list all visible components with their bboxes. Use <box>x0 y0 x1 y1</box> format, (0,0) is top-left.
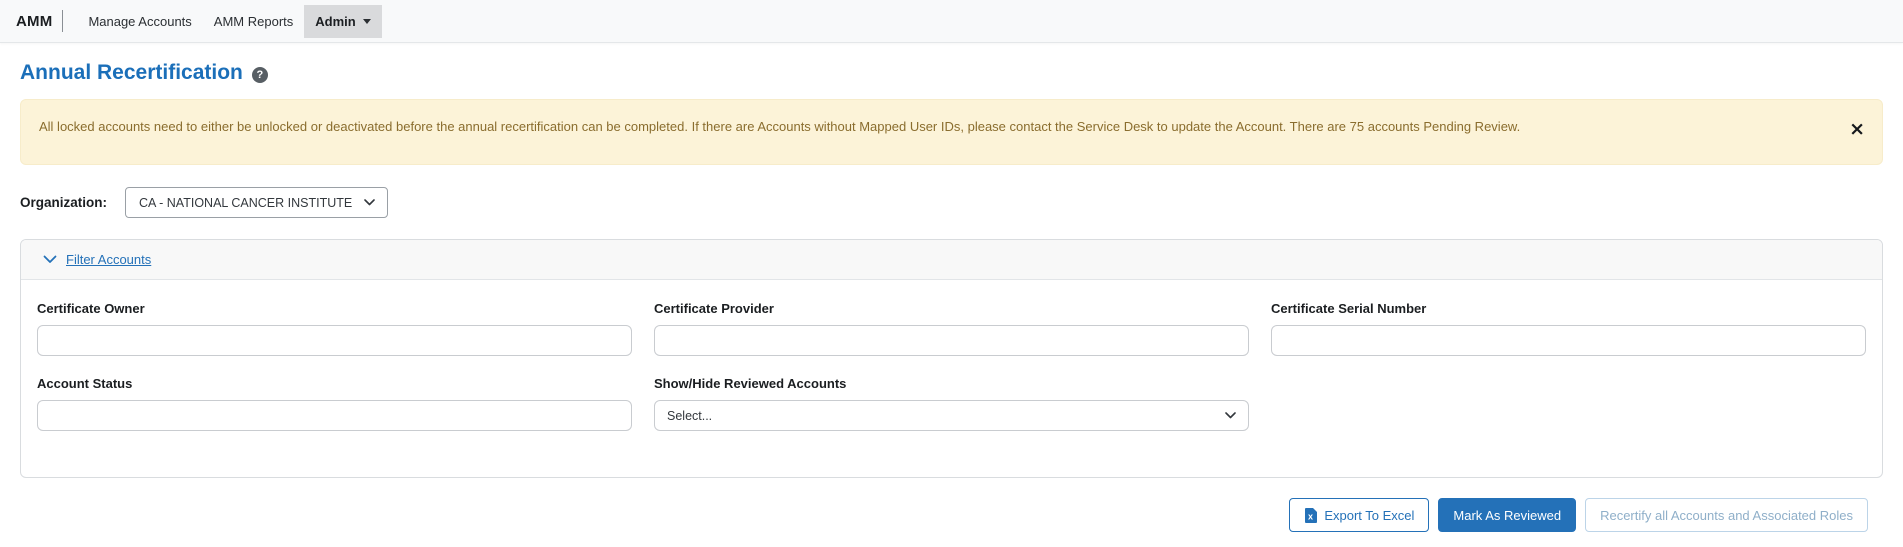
show-hide-reviewed-label: Show/Hide Reviewed Accounts <box>654 376 847 391</box>
certificate-owner-input[interactable] <box>37 325 632 356</box>
organization-selected-value: CA - NATIONAL CANCER INSTITUTE <box>139 195 353 210</box>
certificate-provider-input[interactable] <box>654 325 1249 356</box>
svg-text:x: x <box>1308 511 1313 521</box>
help-icon[interactable]: ? <box>251 66 268 83</box>
certificate-provider-label: Certificate Provider <box>654 301 774 316</box>
page-title-row: Annual Recertification ? <box>20 61 1883 85</box>
field-certificate-serial-number: Certificate Serial Number <box>1271 301 1866 356</box>
filter-field-grid: Certificate Owner Certificate Provider C… <box>37 301 1866 431</box>
export-to-excel-label: Export To Excel <box>1324 507 1415 523</box>
nav-item-admin[interactable]: Admin <box>304 4 382 38</box>
page-title: Annual Recertification <box>20 61 243 84</box>
nav-item-amm-reports[interactable]: AMM Reports <box>203 5 304 38</box>
brand-divider <box>62 10 64 32</box>
action-buttons-row: x Export To Excel Mark As Reviewed Recer… <box>20 498 1883 532</box>
certificate-owner-label: Certificate Owner <box>37 301 145 316</box>
organization-select[interactable]: CA - NATIONAL CANCER INSTITUTE <box>125 187 389 218</box>
app-brand: AMM <box>16 12 53 30</box>
export-to-excel-button[interactable]: x Export To Excel <box>1289 498 1430 532</box>
chevron-down-icon <box>1225 412 1236 419</box>
organization-row: Organization: CA - NATIONAL CANCER INSTI… <box>20 187 1883 218</box>
filter-accounts-toggle[interactable]: Filter Accounts <box>21 240 1882 280</box>
certificate-serial-number-label: Certificate Serial Number <box>1271 301 1427 316</box>
chevron-down-icon <box>43 255 57 263</box>
recertify-all-button[interactable]: Recertify all Accounts and Associated Ro… <box>1585 498 1868 532</box>
account-status-input[interactable] <box>37 400 632 431</box>
caret-down-icon <box>362 18 371 24</box>
field-certificate-owner: Certificate Owner <box>37 301 632 356</box>
top-navbar: AMM Manage Accounts AMM Reports Admin <box>0 0 1903 43</box>
mark-as-reviewed-button[interactable]: Mark As Reviewed <box>1438 498 1577 532</box>
main-content: Annual Recertification ? All locked acco… <box>0 61 1903 532</box>
warning-alert: All locked accounts need to either be un… <box>20 99 1883 165</box>
show-hide-reviewed-select[interactable]: Select... <box>654 400 1249 431</box>
field-account-status: Account Status <box>37 376 632 431</box>
nav-item-manage-accounts[interactable]: Manage Accounts <box>77 5 202 38</box>
account-status-label: Account Status <box>37 376 133 391</box>
nav-item-admin-label: Admin <box>315 13 356 29</box>
warning-alert-message: All locked accounts need to either be un… <box>39 119 1521 134</box>
filter-accounts-link[interactable]: Filter Accounts <box>66 252 151 267</box>
organization-label: Organization: <box>20 195 107 210</box>
filter-accounts-body: Certificate Owner Certificate Provider C… <box>21 280 1882 477</box>
excel-file-icon: x <box>1305 507 1318 523</box>
field-show-hide-reviewed: Show/Hide Reviewed Accounts Select... <box>654 376 1249 431</box>
filter-accounts-card: Filter Accounts Certificate Owner Certif… <box>20 239 1883 478</box>
chevron-down-icon <box>364 199 376 206</box>
empty-grid-cell <box>1271 376 1866 431</box>
alert-close-button[interactable]: × <box>1849 120 1865 139</box>
field-certificate-provider: Certificate Provider <box>654 301 1249 356</box>
show-hide-reviewed-selected-value: Select... <box>667 408 713 423</box>
certificate-serial-number-input[interactable] <box>1271 325 1866 356</box>
